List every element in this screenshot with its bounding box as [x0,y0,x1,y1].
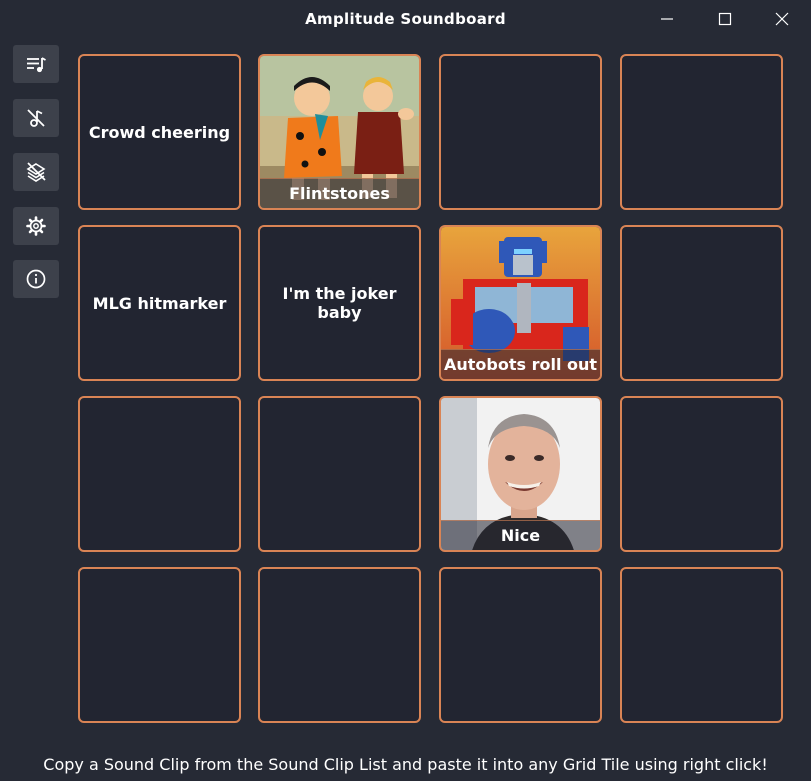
tile-label: I'm the joker baby [282,284,397,322]
grid-tile[interactable] [78,396,241,552]
tile-label: Flintstones [260,178,419,208]
grid-tile[interactable] [620,54,783,210]
title-bar: Amplitude Soundboard [0,0,811,38]
grid-tile[interactable]: I'm the joker baby [258,225,421,381]
grid-tile[interactable] [439,54,602,210]
grid-tile[interactable] [258,567,421,723]
grid-tile[interactable] [439,567,602,723]
tile-label: Autobots roll out [441,349,600,379]
info-icon [26,269,46,289]
hint-text: Copy a Sound Clip from the Sound Clip Li… [43,755,768,774]
gear-icon [26,216,46,236]
tile-label: MLG hitmarker [92,293,227,313]
tile-label: Crowd cheering [88,122,231,142]
playlist-icon [27,57,46,73]
grid-tile[interactable] [620,567,783,723]
stop-sounds-button[interactable] [13,99,59,137]
grid-tile[interactable]: Flintstones [258,54,421,210]
close-icon [775,12,789,26]
grid-tile[interactable] [258,396,421,552]
layers-off-icon [26,162,46,182]
grid-tile[interactable] [620,396,783,552]
minimize-icon [661,18,673,20]
about-button[interactable] [13,260,59,298]
close-button[interactable] [753,0,811,38]
minimize-button[interactable] [638,0,696,38]
tile-label: Nice [441,520,600,550]
settings-button[interactable] [13,207,59,245]
grid-tile[interactable]: Crowd cheering [78,54,241,210]
music-off-icon [27,109,45,127]
grid-tile[interactable]: MLG hitmarker [78,225,241,381]
grid-tile[interactable] [620,225,783,381]
maximize-icon [718,12,732,26]
maximize-button[interactable] [696,0,754,38]
grid-tile[interactable]: Autobots roll out [439,225,602,381]
grid-tile[interactable]: Nice [439,396,602,552]
grid-tile[interactable] [78,567,241,723]
clear-grid-button[interactable] [13,153,59,191]
sound-clip-list-button[interactable] [13,45,59,83]
